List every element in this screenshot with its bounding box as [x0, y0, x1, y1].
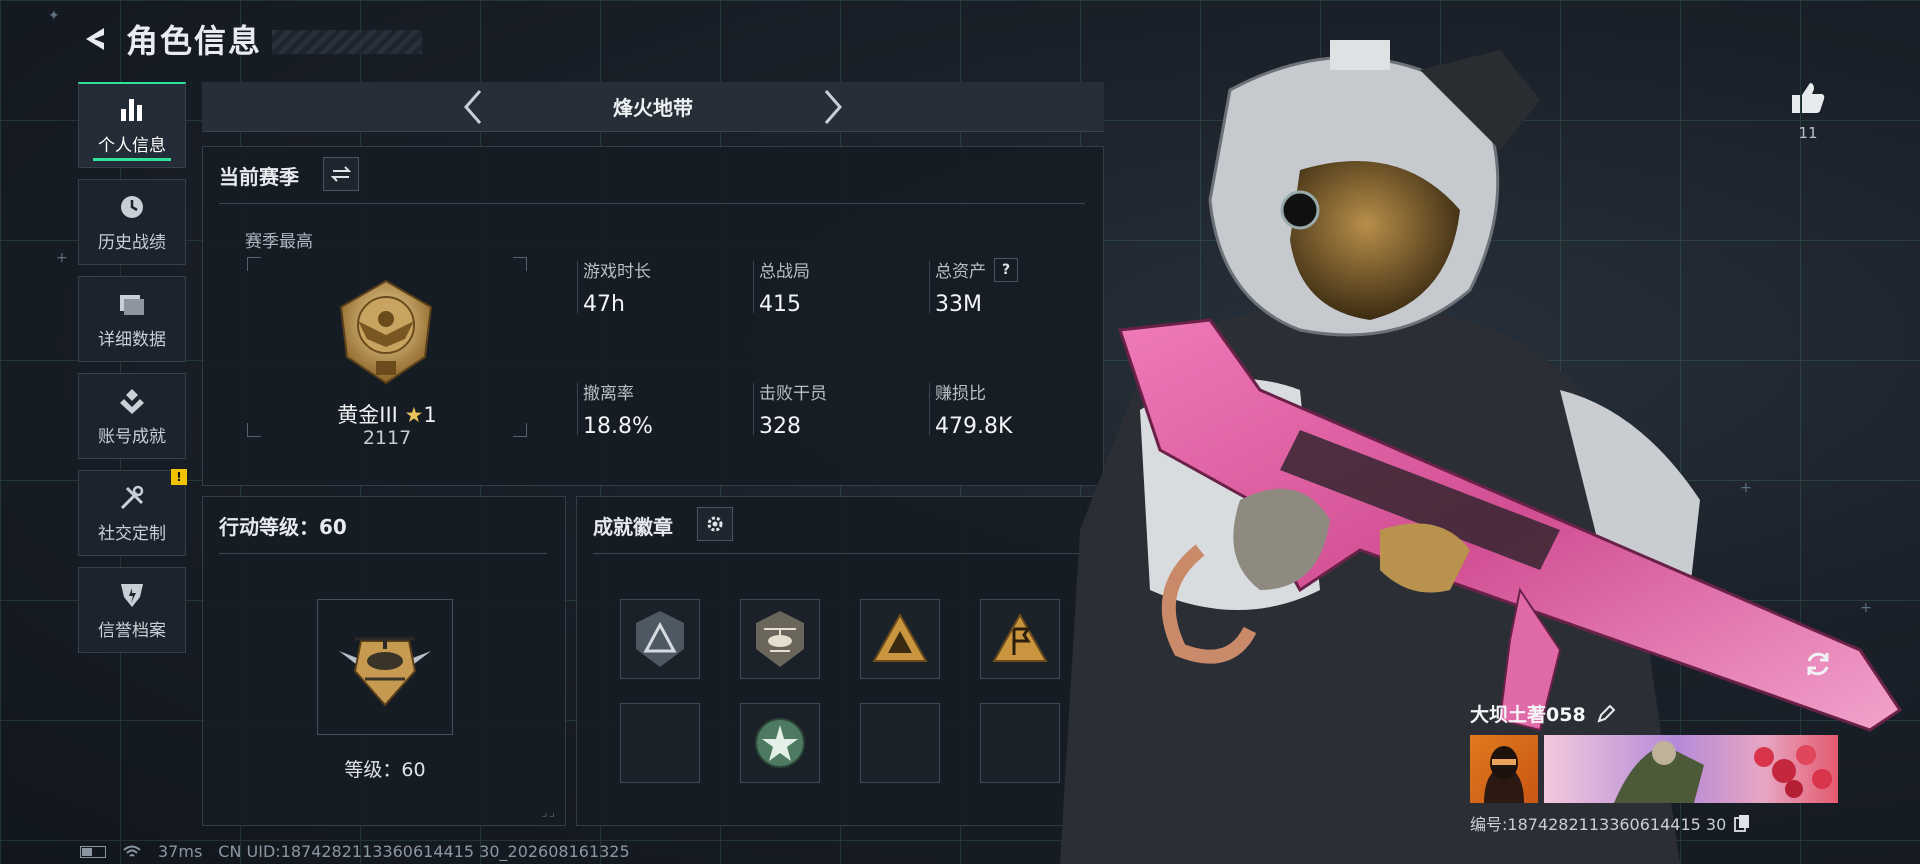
page-title: 角色信息 — [126, 22, 263, 60]
frame-corner — [247, 257, 261, 271]
player-name: 大坝土著058 — [1470, 704, 1586, 726]
header: 角色信息 — [78, 14, 423, 64]
like-count: 11 — [1798, 124, 1818, 142]
stat-operators-defeated: 击败干员 328 — [753, 379, 919, 439]
stat-label: 击败干员 — [759, 384, 827, 404]
ping-value: 37ms — [158, 842, 203, 861]
alert-badge: ! — [171, 469, 187, 485]
frame-corner — [513, 257, 527, 271]
like-widget: 11 — [1786, 78, 1830, 142]
stat-play-time: 游戏时长 47h — [577, 257, 743, 317]
edit-icon[interactable] — [1596, 704, 1616, 724]
battery-icon — [80, 845, 106, 858]
helicopter-badge-icon — [756, 611, 804, 667]
stat-value: 18.8% — [583, 414, 653, 439]
next-mode-button[interactable] — [813, 87, 853, 127]
gold-triangle-badge-icon — [872, 612, 928, 662]
stat-extraction-rate: 撤离率 18.8% — [577, 379, 743, 439]
badge-slot-empty[interactable] — [620, 703, 700, 783]
action-level-panel: 行动等级：60 等级：60 ⌟⌟ — [202, 496, 566, 826]
bar-chart-icon — [115, 95, 149, 125]
stat-value: 415 — [759, 292, 801, 317]
clock-icon — [115, 192, 149, 222]
player-card: 大坝土著058 编号:1874282113360614415 30 — [1470, 700, 1840, 834]
level-caption: 等级：60 — [344, 759, 426, 781]
rank-stars: 1 — [423, 403, 437, 427]
stat-label: 总战局 — [759, 262, 810, 282]
badge-settings-button[interactable] — [697, 507, 733, 541]
sidebar-item-achievements[interactable]: 账号成就 — [78, 373, 186, 459]
swap-season-button[interactable] — [323, 157, 359, 191]
sidebar-item-detailed-data[interactable]: 详细数据 — [78, 276, 186, 362]
player-images — [1470, 735, 1840, 803]
star-icon: ★ — [404, 403, 424, 427]
tools-icon — [115, 483, 149, 513]
stat-label: 总资产 — [935, 262, 986, 282]
uid-text: CN UID:1874282113360614415 30_2026081613… — [218, 842, 630, 861]
folder-icon — [115, 289, 149, 319]
panel-corner-deco: ⌟⌟ — [541, 805, 557, 819]
sparkle-icon: ✦ — [48, 8, 60, 24]
badge-slot[interactable] — [740, 599, 820, 679]
player-id-row: 编号:1874282113360614415 30 — [1470, 811, 1840, 835]
badge-slot-empty[interactable] — [860, 703, 940, 783]
stat-value: 328 — [759, 414, 801, 439]
rank-name: 黄金III — [337, 403, 398, 427]
shield-icon — [115, 580, 149, 610]
previous-mode-button[interactable] — [453, 87, 493, 127]
copy-icon[interactable] — [1734, 814, 1750, 832]
mode-switcher: 烽火地带 — [202, 82, 1104, 132]
level-emblem-frame — [317, 599, 453, 735]
season-best-label: 赛季最高 — [245, 232, 313, 252]
sidebar-item-social[interactable]: ! 社交定制 — [78, 469, 187, 556]
status-footer: 37ms CN UID:1874282113360614415 30_20260… — [80, 842, 630, 861]
rank-score: 2117 — [362, 427, 412, 449]
sparkle-icon: + — [56, 250, 68, 266]
badge-slot[interactable] — [860, 599, 940, 679]
star-badge-icon — [755, 718, 805, 768]
sidebar-item-label: 账号成就 — [98, 426, 166, 447]
player-id: 编号:1874282113360614415 30 — [1470, 815, 1727, 834]
refresh-button[interactable] — [1800, 646, 1836, 682]
title-decoration — [272, 30, 423, 54]
helicopter-emblem-icon — [339, 637, 431, 707]
sidebar-item-label: 详细数据 — [98, 329, 166, 350]
sidebar-item-history[interactable]: 历史战绩 — [78, 179, 186, 265]
player-name-row: 大坝土著058 — [1470, 700, 1840, 727]
gold-rank-emblem-icon — [333, 277, 439, 387]
player-avatar[interactable] — [1470, 735, 1538, 803]
sidebar-item-reputation[interactable]: 信誉档案 — [78, 567, 186, 653]
achievement-icon — [115, 386, 149, 416]
sidebar-item-personal-info[interactable]: 个人信息 — [78, 82, 186, 168]
badge-slot[interactable] — [620, 599, 700, 679]
rank-name-line: 黄金III ★1 — [247, 399, 527, 429]
refresh-icon — [1807, 652, 1829, 676]
divider — [219, 203, 1085, 204]
stat-label: 游戏时长 — [583, 262, 651, 282]
mode-label: 烽火地带 — [613, 96, 693, 120]
sidebar-item-label: 历史战绩 — [98, 232, 166, 253]
rank-frame: 黄金III ★1 2117 — [247, 257, 527, 449]
badges-title: 成就徽章 — [593, 515, 673, 539]
sidebar: 个人信息 历史战绩 详细数据 账号成就 ! 社交定制 信誉档案 — [78, 82, 187, 664]
level-title: 行动等级：60 — [219, 515, 347, 539]
triangle-badge-icon — [636, 611, 684, 667]
sidebar-item-label: 社交定制 — [98, 523, 166, 544]
season-title: 当前赛季 — [219, 165, 299, 189]
badge-slot[interactable] — [740, 703, 820, 783]
current-season-panel: 当前赛季 赛季最高 黄金III ★1 2117 游戏时长 47h 总战局 415… — [202, 146, 1104, 486]
divider — [219, 553, 547, 554]
sidebar-item-label: 个人信息 — [98, 136, 166, 156]
stat-total-matches: 总战局 415 — [753, 257, 919, 317]
stat-label: 撤离率 — [583, 384, 634, 404]
thumbs-up-icon[interactable] — [1786, 78, 1830, 118]
stat-value: 47h — [583, 292, 625, 317]
player-banner[interactable] — [1544, 735, 1838, 803]
wifi-icon — [123, 845, 141, 857]
back-arrow-icon[interactable] — [78, 22, 112, 56]
gear-icon — [707, 516, 723, 532]
sidebar-item-label: 信誉档案 — [98, 620, 166, 641]
